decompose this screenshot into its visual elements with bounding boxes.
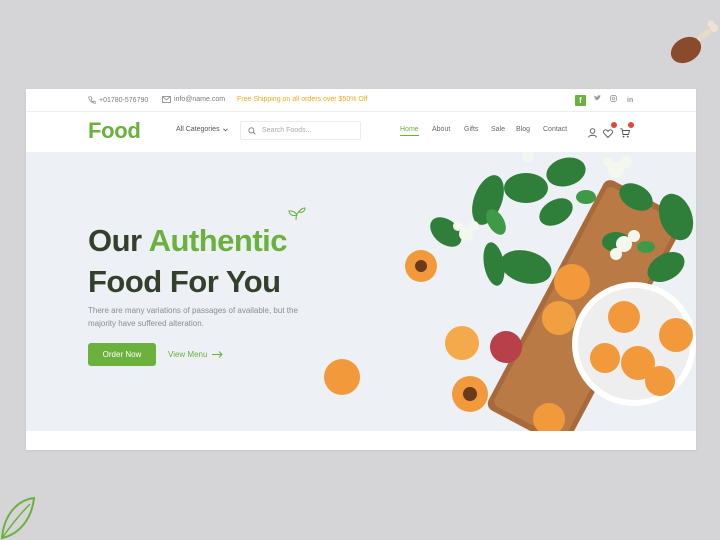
order-now-button[interactable]: Order Now — [88, 343, 156, 366]
mail-icon — [162, 96, 171, 103]
phone-number: +01780-576790 — [99, 96, 149, 104]
nav-blog[interactable]: Blog — [516, 126, 530, 133]
category-label: All Categories — [176, 126, 220, 133]
linkedin-icon[interactable]: in — [627, 95, 633, 106]
cart-icon[interactable] — [620, 122, 634, 143]
view-menu-link[interactable]: View Menu — [168, 350, 224, 359]
phone-icon — [88, 96, 96, 104]
hero-section: Our Authentic Food For You There are man… — [26, 152, 696, 431]
hero-description: There are many variations of passages of… — [88, 306, 298, 328]
promo-text: Free Shipping on all orders over $50% Of… — [237, 96, 368, 103]
nav-about[interactable]: About — [432, 126, 450, 133]
page-bottom-strip — [26, 431, 696, 450]
email-address: info@name.com — [174, 96, 226, 103]
main-navbar: Food All Categories Search Foods... Home… — [26, 112, 696, 152]
nav-contact[interactable]: Contact — [543, 126, 567, 133]
email-contact[interactable]: info@name.com — [162, 96, 225, 103]
phone-contact[interactable]: +01780-576790 — [88, 96, 148, 104]
drumstick-icon — [670, 20, 718, 64]
cart-badge — [628, 122, 634, 128]
facebook-icon[interactable]: f — [575, 95, 586, 106]
sprout-icon — [288, 207, 306, 221]
hero-title-part1: Our — [88, 223, 149, 258]
top-info-bar: +01780-576790 info@name.com Free Shippin… — [26, 89, 696, 112]
nav-sale[interactable]: Sale — [491, 126, 505, 133]
user-icon[interactable] — [588, 125, 597, 143]
hero-title-highlight: Authentic — [148, 223, 288, 258]
instagram-icon[interactable] — [610, 95, 617, 102]
view-menu-label: View Menu — [168, 350, 208, 359]
hero-title-line2: Food For You — [88, 264, 281, 299]
chevron-down-icon — [222, 127, 228, 131]
search-icon — [248, 126, 256, 135]
website-frame: +01780-576790 info@name.com Free Shippin… — [26, 89, 696, 450]
arrow-right-icon — [212, 351, 224, 358]
site-logo[interactable]: Food — [88, 118, 141, 144]
leaf-icon — [0, 496, 36, 540]
nav-gifts[interactable]: Gifts — [464, 126, 478, 133]
nav-home[interactable]: Home — [400, 126, 419, 136]
wishlist-icon[interactable] — [603, 122, 617, 143]
category-dropdown[interactable]: All Categories — [176, 126, 228, 133]
hero-title: Our Authentic Food For You — [88, 220, 288, 302]
search-input[interactable]: Search Foods... — [262, 127, 311, 134]
search-box[interactable]: Search Foods... — [240, 121, 361, 140]
twitter-icon[interactable] — [594, 95, 601, 101]
wishlist-badge — [611, 122, 617, 128]
